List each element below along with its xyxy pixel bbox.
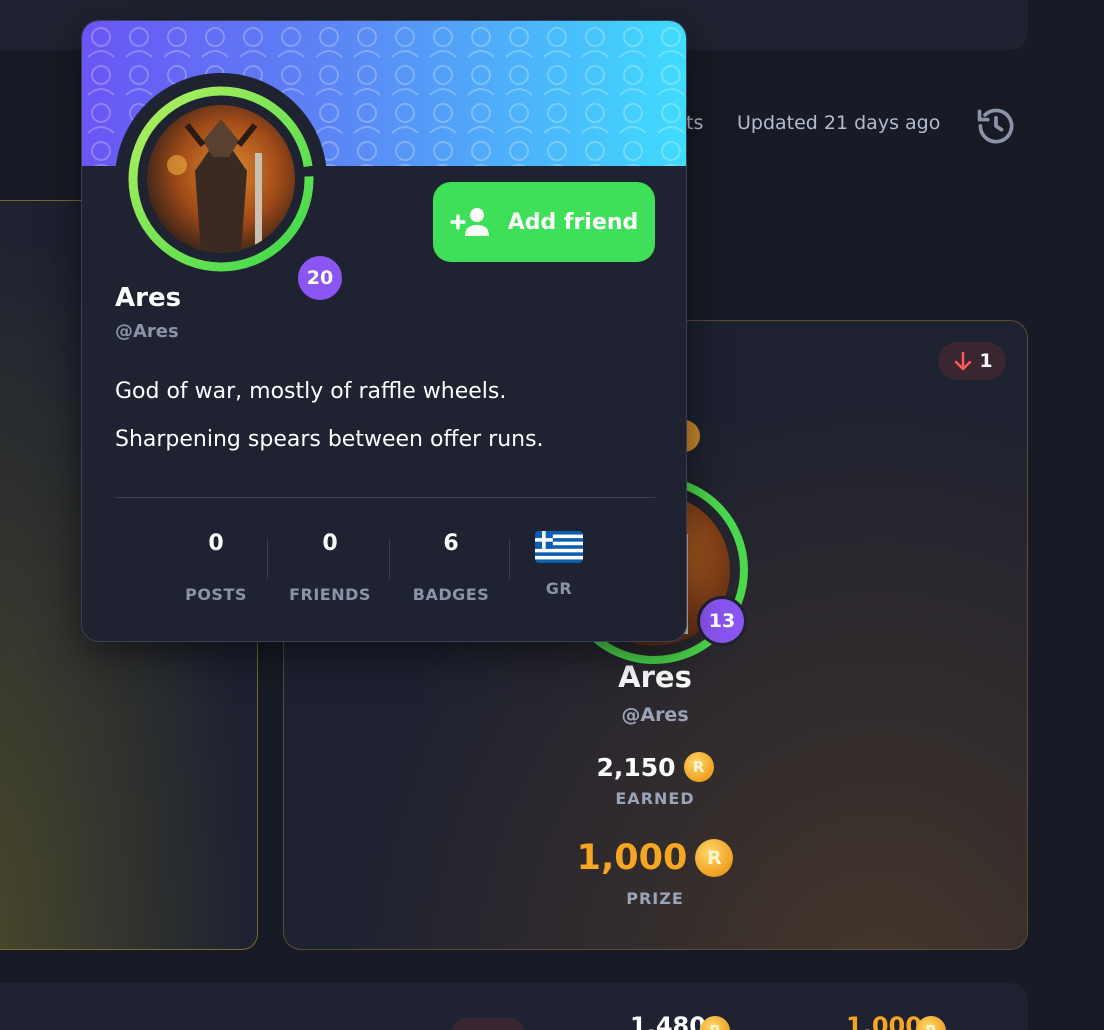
stat-label: FRIENDS (289, 585, 371, 604)
stat-divider (267, 539, 268, 579)
prize-value: 1,000 (576, 838, 688, 878)
prize-label: PRIZE (626, 889, 684, 908)
card-user-name[interactable]: Ares (555, 660, 755, 694)
coin-icon: R (683, 752, 714, 782)
earned-value: 2,150 (596, 752, 676, 782)
row-earned-value: 1,480 (630, 1012, 706, 1030)
stat-value: 6 (443, 531, 459, 556)
stat-posts[interactable]: 0 POSTS (156, 531, 276, 604)
profile-popover: 20 Add friend Ares @Ares God of war, mos… (81, 20, 687, 642)
stat-friends[interactable]: 0 FRIENDS (270, 531, 390, 604)
profile-handle: @Ares (115, 321, 179, 342)
profile-avatar[interactable]: 20 (115, 73, 345, 303)
profile-level-badge: 20 (295, 253, 345, 303)
profile-name: Ares (115, 283, 182, 313)
divider (115, 497, 655, 498)
greece-flag-icon (535, 531, 583, 563)
stat-country: GR (499, 531, 619, 598)
rank-change-badge (452, 1018, 524, 1030)
earned-label: EARNED (615, 789, 695, 808)
rank-change-badge: 1 (938, 342, 1006, 380)
row-prize-value: 1,000 (846, 1012, 922, 1030)
history-icon[interactable] (974, 104, 1018, 148)
stat-label: BADGES (412, 585, 490, 604)
profile-bio-line: Sharpening spears between offer runs. (115, 427, 544, 452)
profile-bio-line: God of war, mostly of raffle wheels. (115, 379, 507, 404)
add-friend-button[interactable]: Add friend (433, 182, 655, 262)
updated-text: Updated 21 days ago (737, 112, 941, 134)
country-code: GR (545, 579, 573, 598)
stat-badges[interactable]: 6 BADGES (391, 531, 511, 604)
add-friend-label: Add friend (507, 209, 639, 235)
card-level-badge: 13 (697, 596, 747, 646)
stat-label: POSTS (185, 585, 247, 604)
coin-icon: R (695, 839, 734, 877)
stat-value: 0 (322, 531, 338, 556)
card-user-handle: @Ares (621, 704, 689, 726)
earned-amount: 2,150 R (540, 752, 770, 782)
stat-value: 0 (208, 531, 224, 556)
prize-amount: 1,000 R (540, 838, 770, 878)
arrow-down-icon (955, 351, 972, 371)
add-person-icon (450, 208, 489, 236)
stat-divider (389, 539, 390, 579)
rank-change-value: 1 (979, 350, 993, 372)
